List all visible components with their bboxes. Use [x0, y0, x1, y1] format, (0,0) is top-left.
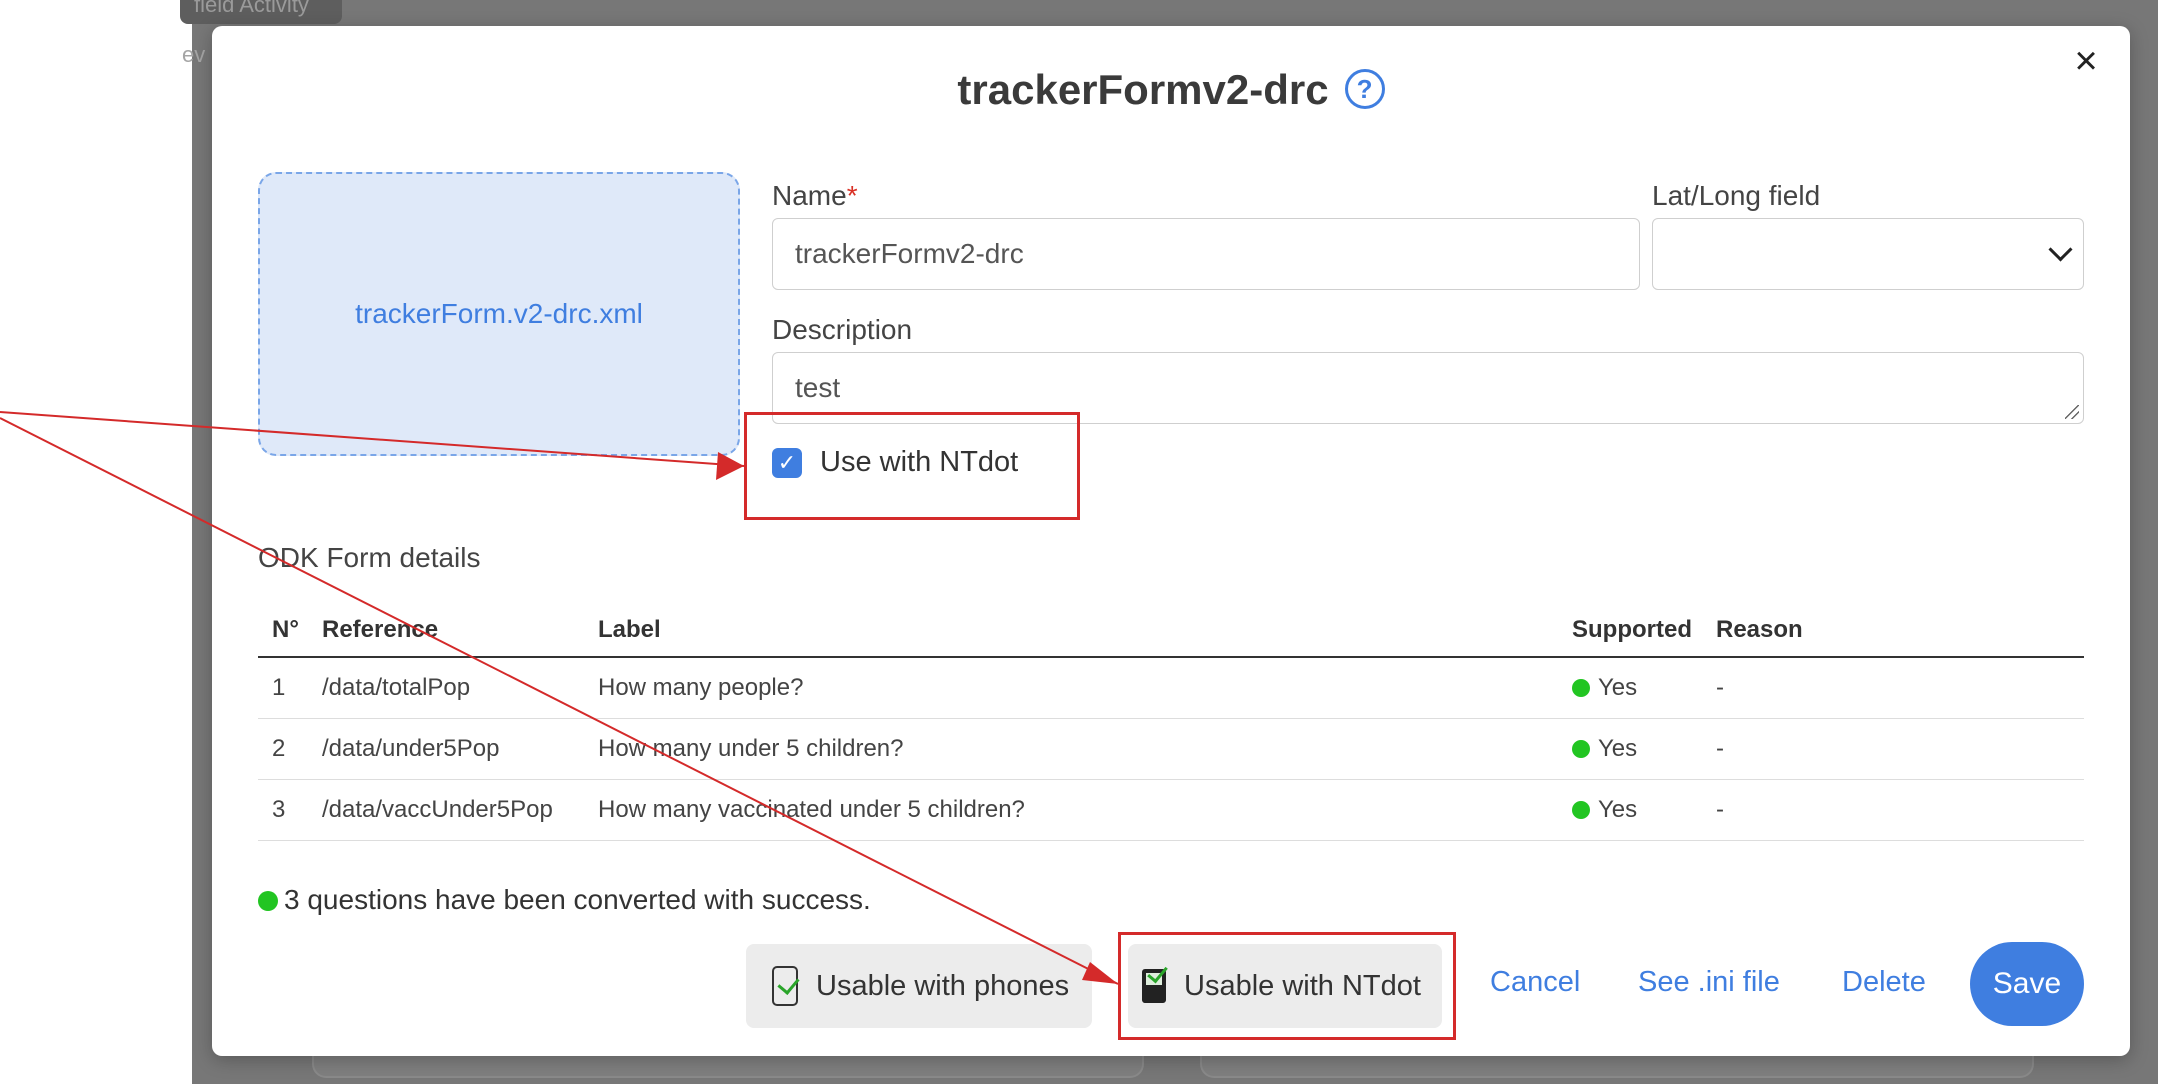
annotation-arrowhead-ntdot-button	[1082, 962, 1118, 984]
annotation-arrow-to-checkbox	[0, 411, 745, 467]
annotation-arrowhead-checkbox	[716, 452, 744, 480]
annotation-arrow-to-ntdot-button	[0, 417, 1119, 985]
annotation-arrows	[0, 411, 1119, 985]
